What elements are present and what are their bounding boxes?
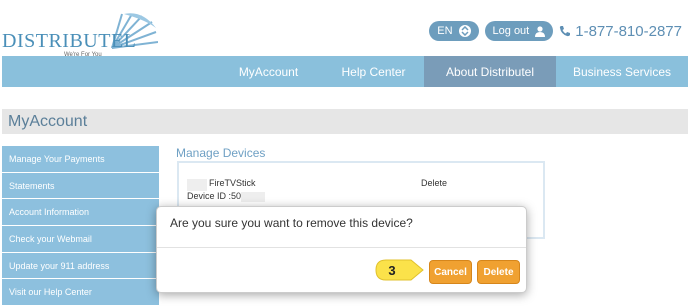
phone-icon [560,26,571,37]
cancel-button[interactable]: Cancel [429,260,472,284]
page-title-bar: MyAccount [2,109,688,134]
sidebar-item-manage-payments[interactable]: Manage Your Payments [2,146,159,173]
sidebar: Manage Your Payments Statements Account … [2,146,159,307]
logout-button[interactable]: Log out [484,21,554,41]
nav-item-business-services[interactable]: Business Services [556,56,688,87]
phone-number[interactable]: 1-877-810-2877 [559,23,682,40]
device-thumbnail [187,179,207,191]
chevron-updown-icon [458,25,471,37]
step-number: 3 [388,262,396,278]
device-delete-link[interactable]: Delete [421,178,447,188]
nav-item-about-distributel[interactable]: About Distributel [424,56,556,87]
language-select[interactable]: EN [429,21,479,41]
nav-item-help-center[interactable]: Help Center [323,56,424,87]
nav-item-myaccount[interactable]: MyAccount [214,56,323,87]
main-nav: MyAccount Help Center About Distributel … [2,56,688,87]
user-icon [535,25,546,37]
logo[interactable]: DISTRIBUTEL We're For You [2,8,162,58]
page-title: MyAccount [8,113,88,130]
language-label: EN [437,25,453,37]
section-title: Manage Devices [176,146,266,160]
dialog-divider [157,247,526,248]
sidebar-item-webmail[interactable]: Check your Webmail [2,226,159,253]
device-name: FireTVStick [209,178,256,188]
dialog-message: Are you sure you want to remove this dev… [170,216,413,230]
confirm-remove-dialog: Are you sure you want to remove this dev… [156,206,527,293]
sidebar-item-help-center[interactable]: Visit our Help Center [2,279,159,307]
logo-text: DISTRIBUTEL [2,30,137,52]
sidebar-item-account-information[interactable]: Account Information [2,199,159,227]
logout-label: Log out [492,25,530,37]
sidebar-item-statements[interactable]: Statements [2,172,159,200]
device-id: Device ID :50 [187,191,266,202]
device-id-text: Device ID :50 [187,191,242,201]
phone-text: 1-877-810-2877 [575,22,682,40]
step-callout: 3 [375,259,424,281]
header-utility: EN Log out 1-877-810-2877 [429,20,682,42]
device-id-redacted [241,191,266,202]
delete-button[interactable]: Delete [477,260,520,284]
sidebar-item-911-address[interactable]: Update your 911 address [2,252,159,280]
